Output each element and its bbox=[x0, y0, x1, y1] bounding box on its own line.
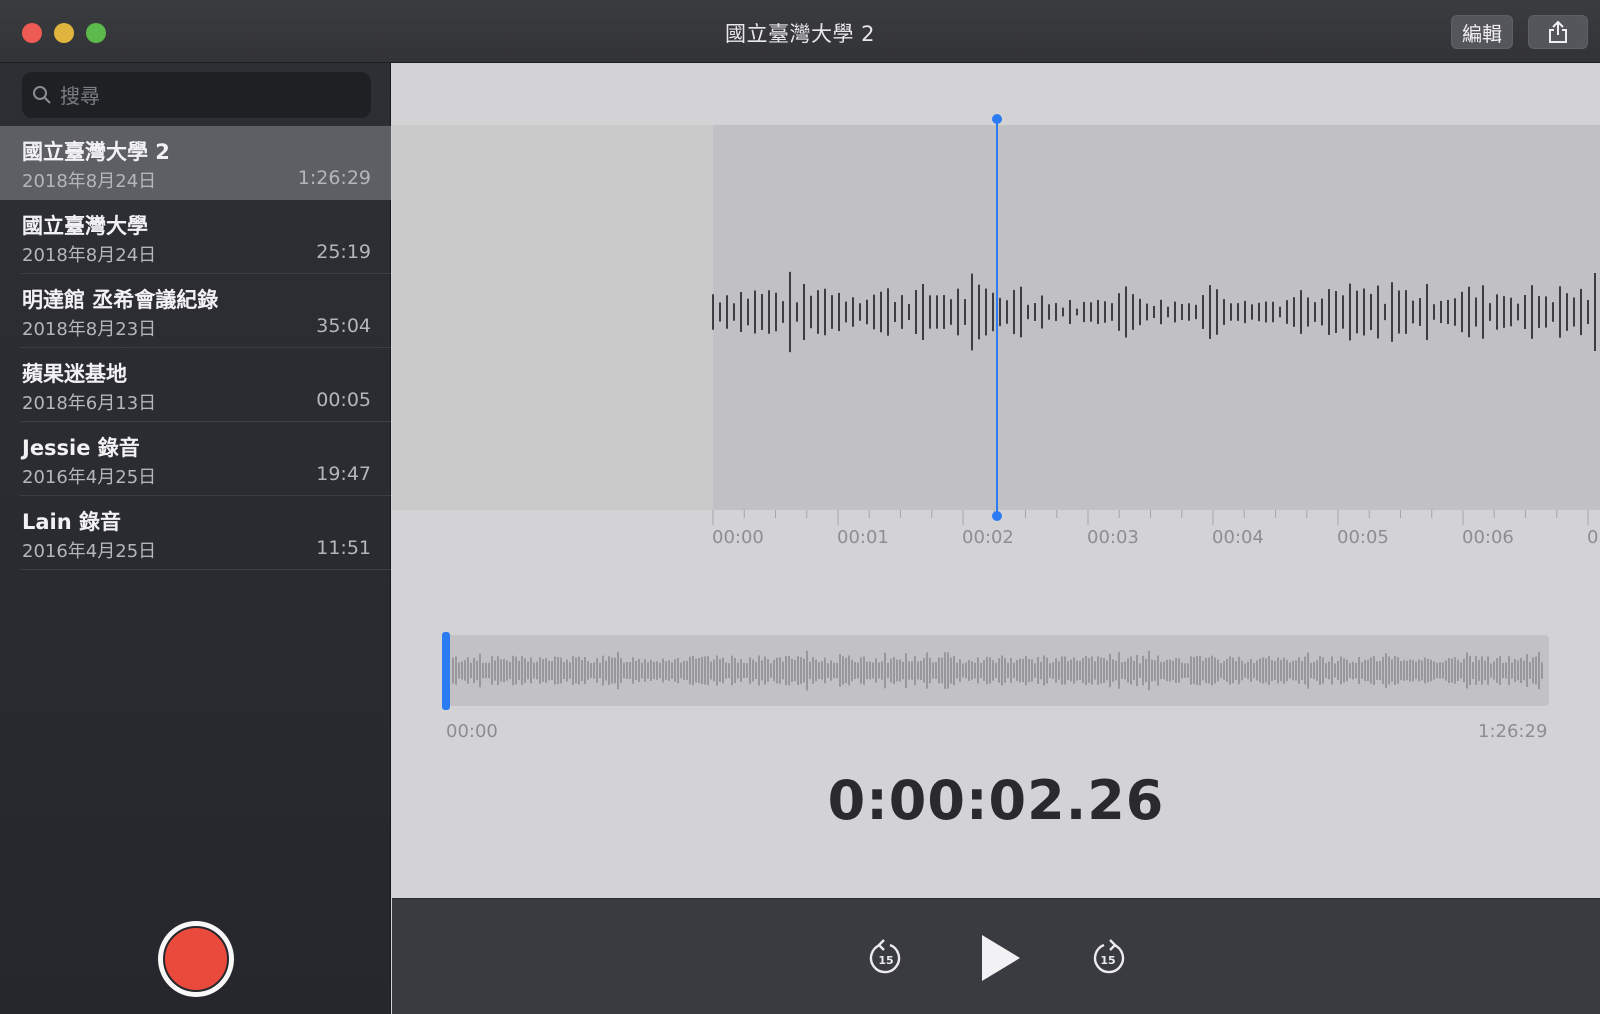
record-button[interactable] bbox=[158, 921, 234, 997]
recording-duration: 19:47 bbox=[316, 463, 371, 485]
current-time-display: 0:00:02.26 bbox=[827, 769, 1165, 832]
recording-duration: 35:04 bbox=[316, 315, 371, 337]
overview-position-handle[interactable] bbox=[442, 632, 450, 710]
overview-end-time: 1:26:29 bbox=[1478, 721, 1548, 742]
window-title: 國立臺灣大學 2 bbox=[724, 22, 876, 46]
record-icon bbox=[163, 926, 229, 992]
recording-item[interactable]: 明達館 丞希會議紀錄 2018年8月23日 35:04 bbox=[0, 274, 391, 348]
recording-date: 2018年6月13日 bbox=[22, 393, 157, 414]
recording-name: Lain 錄音 bbox=[22, 510, 122, 534]
sidebar: 國立臺灣大學 2 2018年8月24日 1:26:29 國立臺灣大學 2018年… bbox=[0, 63, 391, 1014]
playhead[interactable] bbox=[996, 118, 998, 516]
recording-date: 2018年8月24日 bbox=[22, 245, 157, 266]
share-button[interactable] bbox=[1528, 15, 1588, 49]
playback-controls: 15 15 bbox=[392, 898, 1600, 1014]
recording-duration: 00:05 bbox=[316, 389, 371, 411]
timeline-tick-label: 0 bbox=[1587, 527, 1599, 548]
main-pane: 00:00 00:01 00:02 00:03 00:04 00:05 00:0… bbox=[392, 63, 1600, 1014]
recording-name: 國立臺灣大學 bbox=[22, 214, 148, 238]
recording-date: 2016年4月25日 bbox=[22, 467, 157, 488]
skip-back-15-icon: 15 bbox=[869, 939, 901, 974]
skip-forward-button[interactable]: 15 bbox=[1090, 939, 1126, 981]
skip-forward-15-icon: 15 bbox=[1093, 939, 1125, 974]
search-icon bbox=[33, 86, 51, 104]
search-field[interactable] bbox=[22, 72, 371, 118]
recording-item[interactable]: 國立臺灣大學 2018年8月24日 25:19 bbox=[0, 200, 391, 274]
recording-duration: 1:26:29 bbox=[297, 167, 371, 189]
skip-back-label: 15 bbox=[878, 954, 893, 967]
timeline-tick-label: 00:02 bbox=[962, 527, 1014, 548]
timeline-tick-label: 00:06 bbox=[1462, 527, 1514, 548]
recording-date: 2018年8月24日 bbox=[22, 171, 157, 192]
recording-item[interactable]: 國立臺灣大學 2 2018年8月24日 1:26:29 bbox=[0, 126, 391, 200]
timeline-tick-label: 00:00 bbox=[712, 527, 764, 548]
timeline-tick-label: 00:04 bbox=[1212, 527, 1264, 548]
title-bar: 國立臺灣大學 2 編輯 bbox=[0, 0, 1600, 63]
recording-date: 2016年4月25日 bbox=[22, 541, 157, 562]
divider bbox=[20, 569, 391, 570]
play-button[interactable] bbox=[978, 933, 1022, 987]
playhead-bottom-handle[interactable] bbox=[992, 511, 1002, 521]
playhead-top-handle[interactable] bbox=[992, 114, 1002, 124]
recording-date: 2018年8月23日 bbox=[22, 319, 157, 340]
timeline-tick-label: 00:05 bbox=[1337, 527, 1389, 548]
play-icon bbox=[982, 935, 1020, 981]
overview-start-time: 00:00 bbox=[446, 721, 498, 742]
recording-name: 蘋果迷基地 bbox=[22, 362, 127, 386]
recording-name: Jessie 錄音 bbox=[22, 436, 140, 460]
recording-duration: 11:51 bbox=[316, 537, 371, 559]
recording-duration: 25:19 bbox=[316, 241, 371, 263]
timeline-tick-label: 00:01 bbox=[837, 527, 889, 548]
voice-memos-window: 國立臺灣大學 2 編輯 國立臺灣大學 2 2018年8月24日 1:26:29 bbox=[0, 0, 1600, 1014]
timeline-tick-label: 00:03 bbox=[1087, 527, 1139, 548]
recording-item[interactable]: 蘋果迷基地 2018年6月13日 00:05 bbox=[0, 348, 391, 422]
recording-name: 明達館 丞希會議紀錄 bbox=[22, 288, 219, 312]
recording-name: 國立臺灣大學 2 bbox=[22, 140, 170, 164]
skip-forward-label: 15 bbox=[1100, 954, 1115, 967]
search-input[interactable] bbox=[58, 80, 362, 112]
recording-item[interactable]: Jessie 錄音 2016年4月25日 19:47 bbox=[0, 422, 391, 496]
overview-scrubber[interactable] bbox=[445, 635, 1549, 706]
skip-back-button[interactable]: 15 bbox=[868, 939, 904, 981]
share-icon bbox=[1549, 20, 1567, 43]
edit-button[interactable]: 編輯 bbox=[1451, 15, 1513, 49]
recordings-list: 國立臺灣大學 2 2018年8月24日 1:26:29 國立臺灣大學 2018年… bbox=[0, 126, 391, 570]
overview-waveform bbox=[452, 650, 1543, 691]
recording-item[interactable]: Lain 錄音 2016年4月25日 11:51 bbox=[0, 496, 391, 570]
